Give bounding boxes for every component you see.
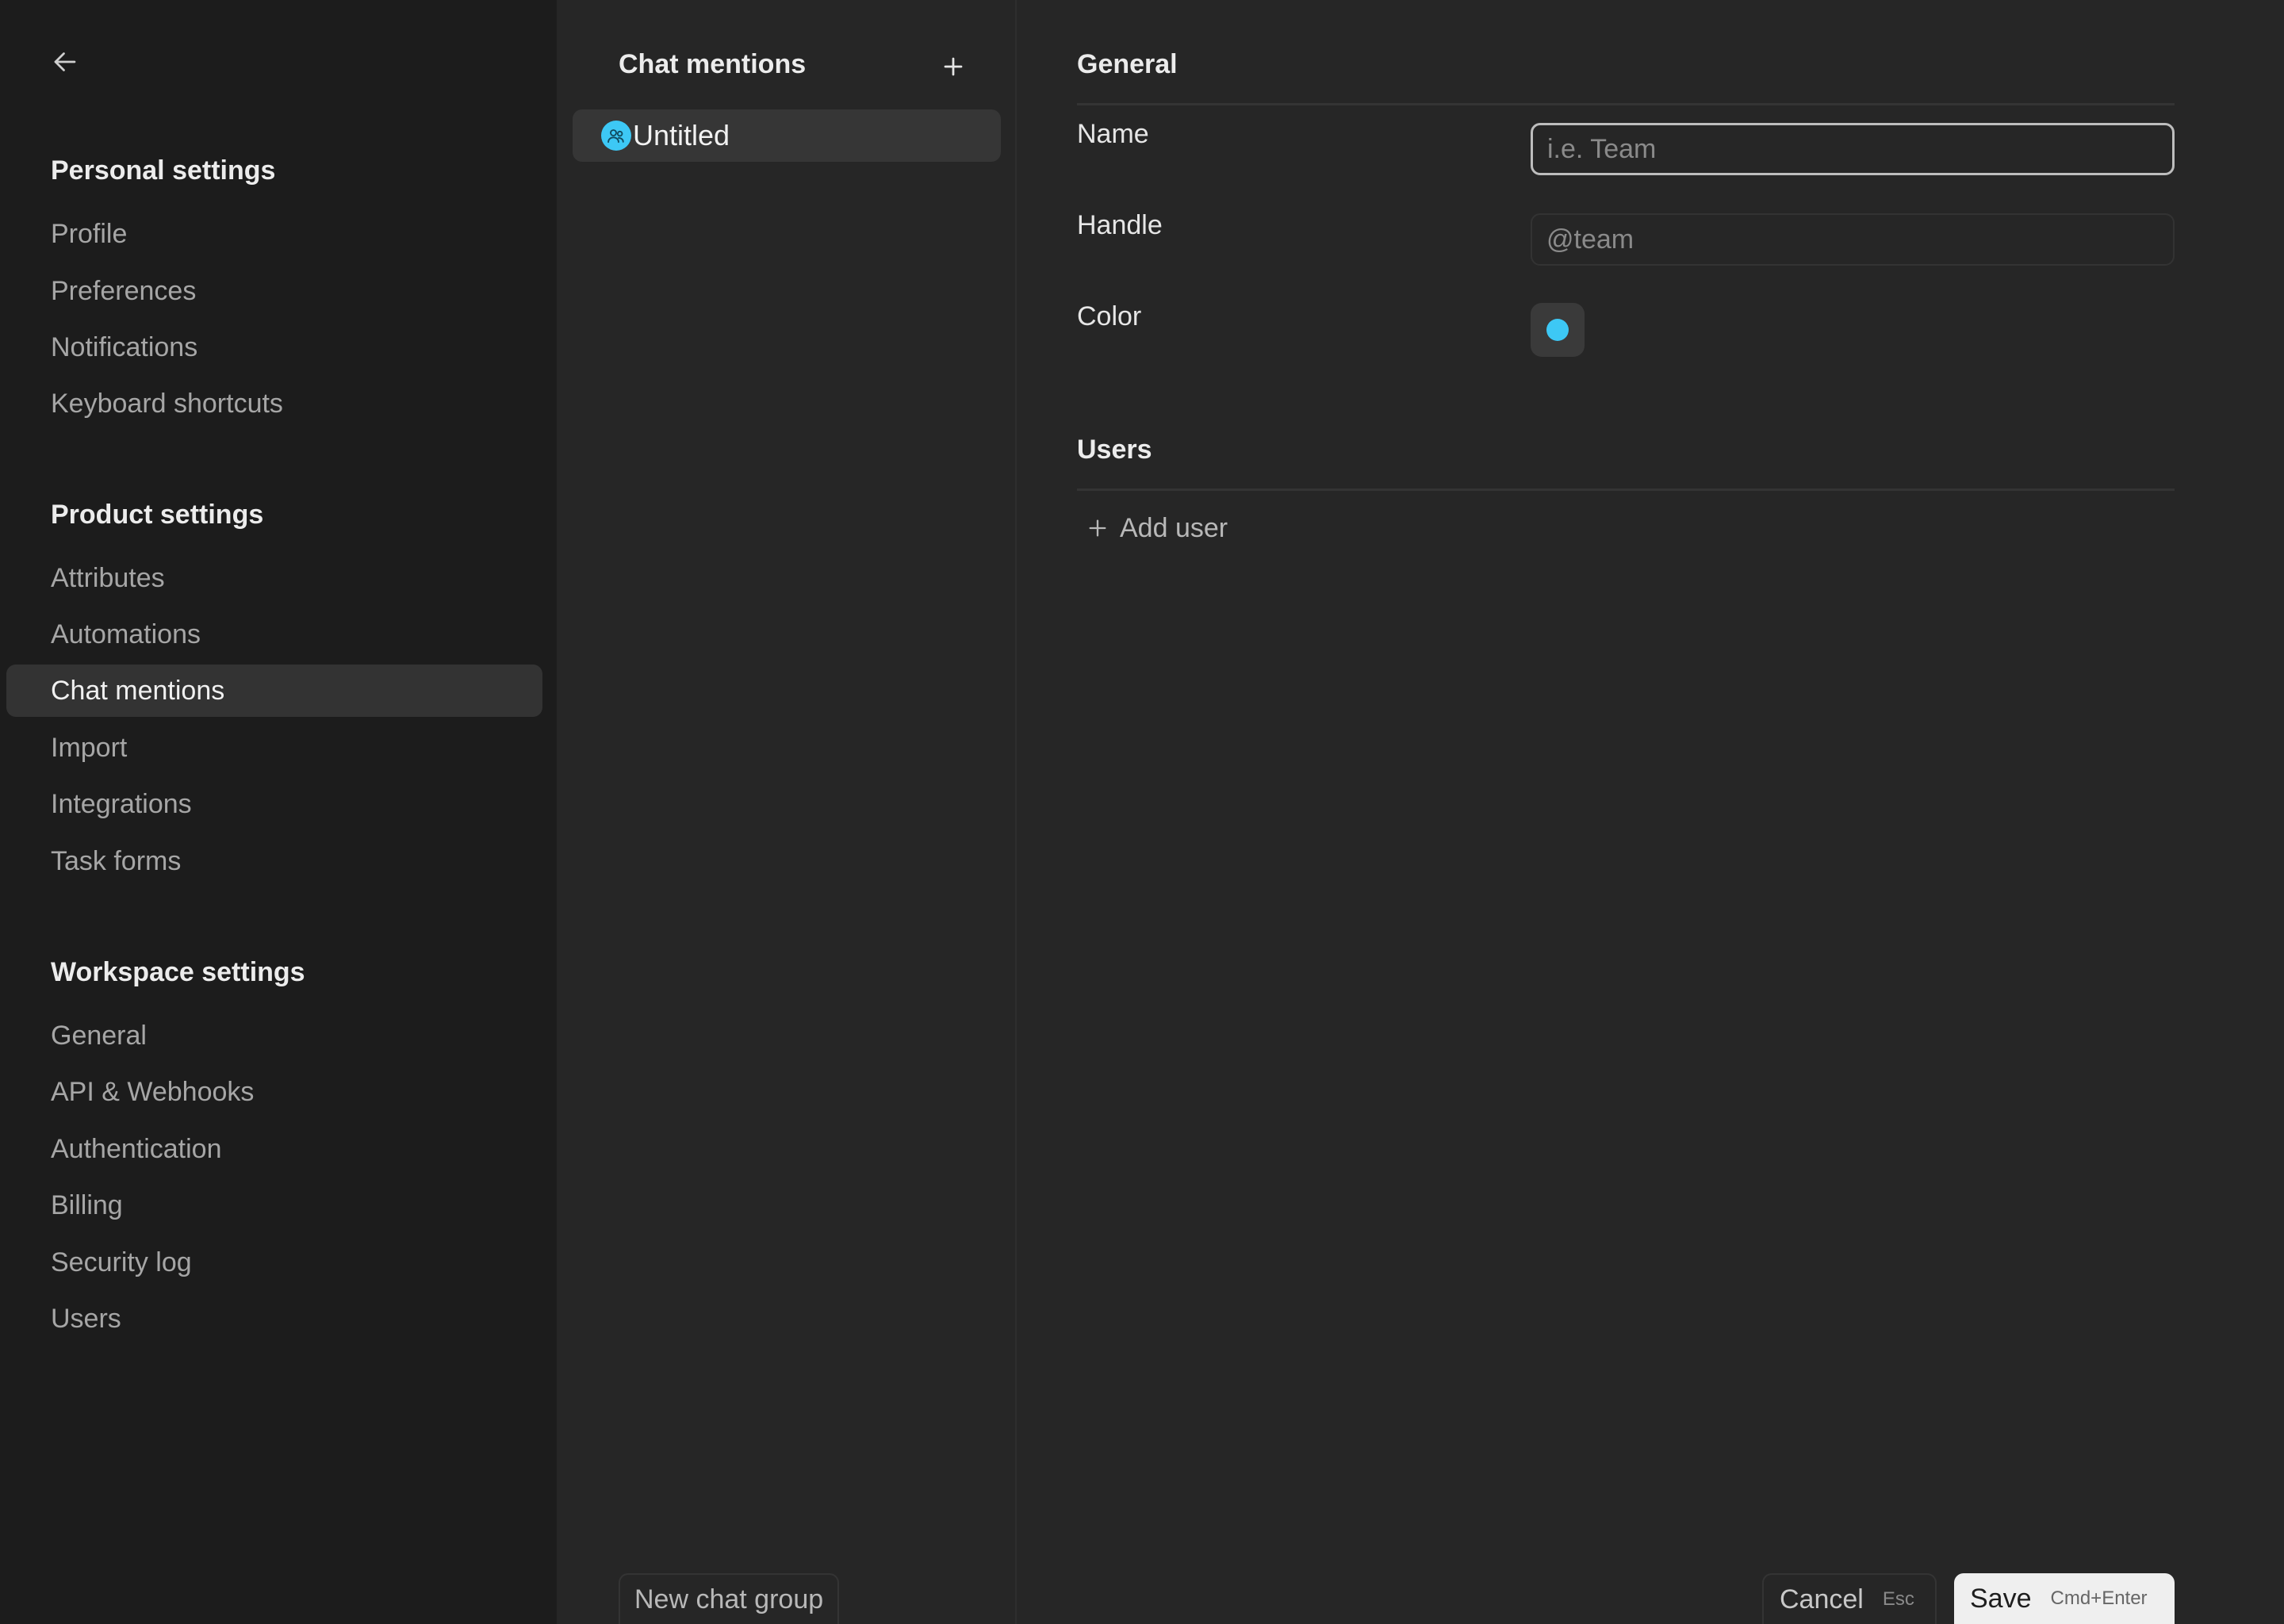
save-button[interactable]: Save Cmd+Enter [1954,1573,2175,1624]
add-user-label: Add user [1120,512,1228,543]
section-title-workspace-settings: Workspace settings [51,957,305,987]
sidebar-item-attributes[interactable]: Attributes [6,552,542,604]
handle-input[interactable] [1531,213,2175,266]
sidebar-item-automations[interactable]: Automations [6,608,542,661]
sidebar-item-keyboard-shortcuts[interactable]: Keyboard shortcuts [6,377,542,430]
general-divider [1077,103,2175,105]
sidebar-item-api-webhooks[interactable]: API & Webhooks [6,1066,542,1118]
sidebar-item-chat-mentions[interactable]: Chat mentions [6,665,542,717]
sidebar-item-authentication[interactable]: Authentication [6,1123,542,1175]
save-label: Save [1970,1583,2032,1614]
sidebar-item-import[interactable]: Import [6,722,542,774]
cancel-button[interactable]: Cancel Esc [1762,1573,1937,1624]
color-picker-button[interactable] [1531,303,1585,357]
name-label: Name [1077,119,1149,149]
section-title-product-settings: Product settings [51,500,264,530]
color-label: Color [1077,301,1142,331]
save-shortcut: Cmd+Enter [2050,1588,2148,1609]
users-section-title: Users [1077,435,1152,465]
handle-label: Handle [1077,210,1163,240]
new-chat-group-button[interactable]: New chat group [619,1573,840,1624]
plus-icon [944,57,963,76]
add-chat-group-button[interactable] [934,49,972,84]
sidebar-item-profile[interactable]: Profile [6,208,542,260]
add-user-button[interactable]: Add user [1086,508,1228,549]
settings-sidebar: Personal settings Profile Preferences No… [0,0,557,1624]
section-title-personal-settings: Personal settings [51,155,276,186]
panel-title: Chat mentions [619,49,807,79]
plus-icon [1089,519,1106,537]
chat-group-item[interactable]: Untitled [573,109,1001,162]
users-divider [1077,488,2175,491]
group-avatar-icon [601,121,631,151]
sidebar-item-notifications[interactable]: Notifications [6,321,542,373]
cancel-label: Cancel [1780,1584,1864,1614]
settings-app: Personal settings Profile Preferences No… [0,0,2284,1624]
sidebar-item-preferences[interactable]: Preferences [6,265,542,317]
general-section-title: General [1077,49,1178,79]
sidebar-item-users[interactable]: Users [6,1293,542,1345]
color-swatch [1546,319,1569,341]
back-button[interactable] [48,44,82,79]
sidebar-item-security-log[interactable]: Security log [6,1236,542,1289]
name-input[interactable] [1531,123,2175,175]
sidebar-item-billing[interactable]: Billing [6,1179,542,1231]
sidebar-item-task-forms[interactable]: Task forms [6,835,542,887]
chat-groups-panel: Chat mentions Untitled New chat group [557,0,1017,1624]
arrow-left-icon [54,52,76,71]
sidebar-item-integrations[interactable]: Integrations [6,778,542,830]
sidebar-item-general[interactable]: General [6,1009,542,1062]
cancel-shortcut: Esc [1882,1588,1914,1610]
